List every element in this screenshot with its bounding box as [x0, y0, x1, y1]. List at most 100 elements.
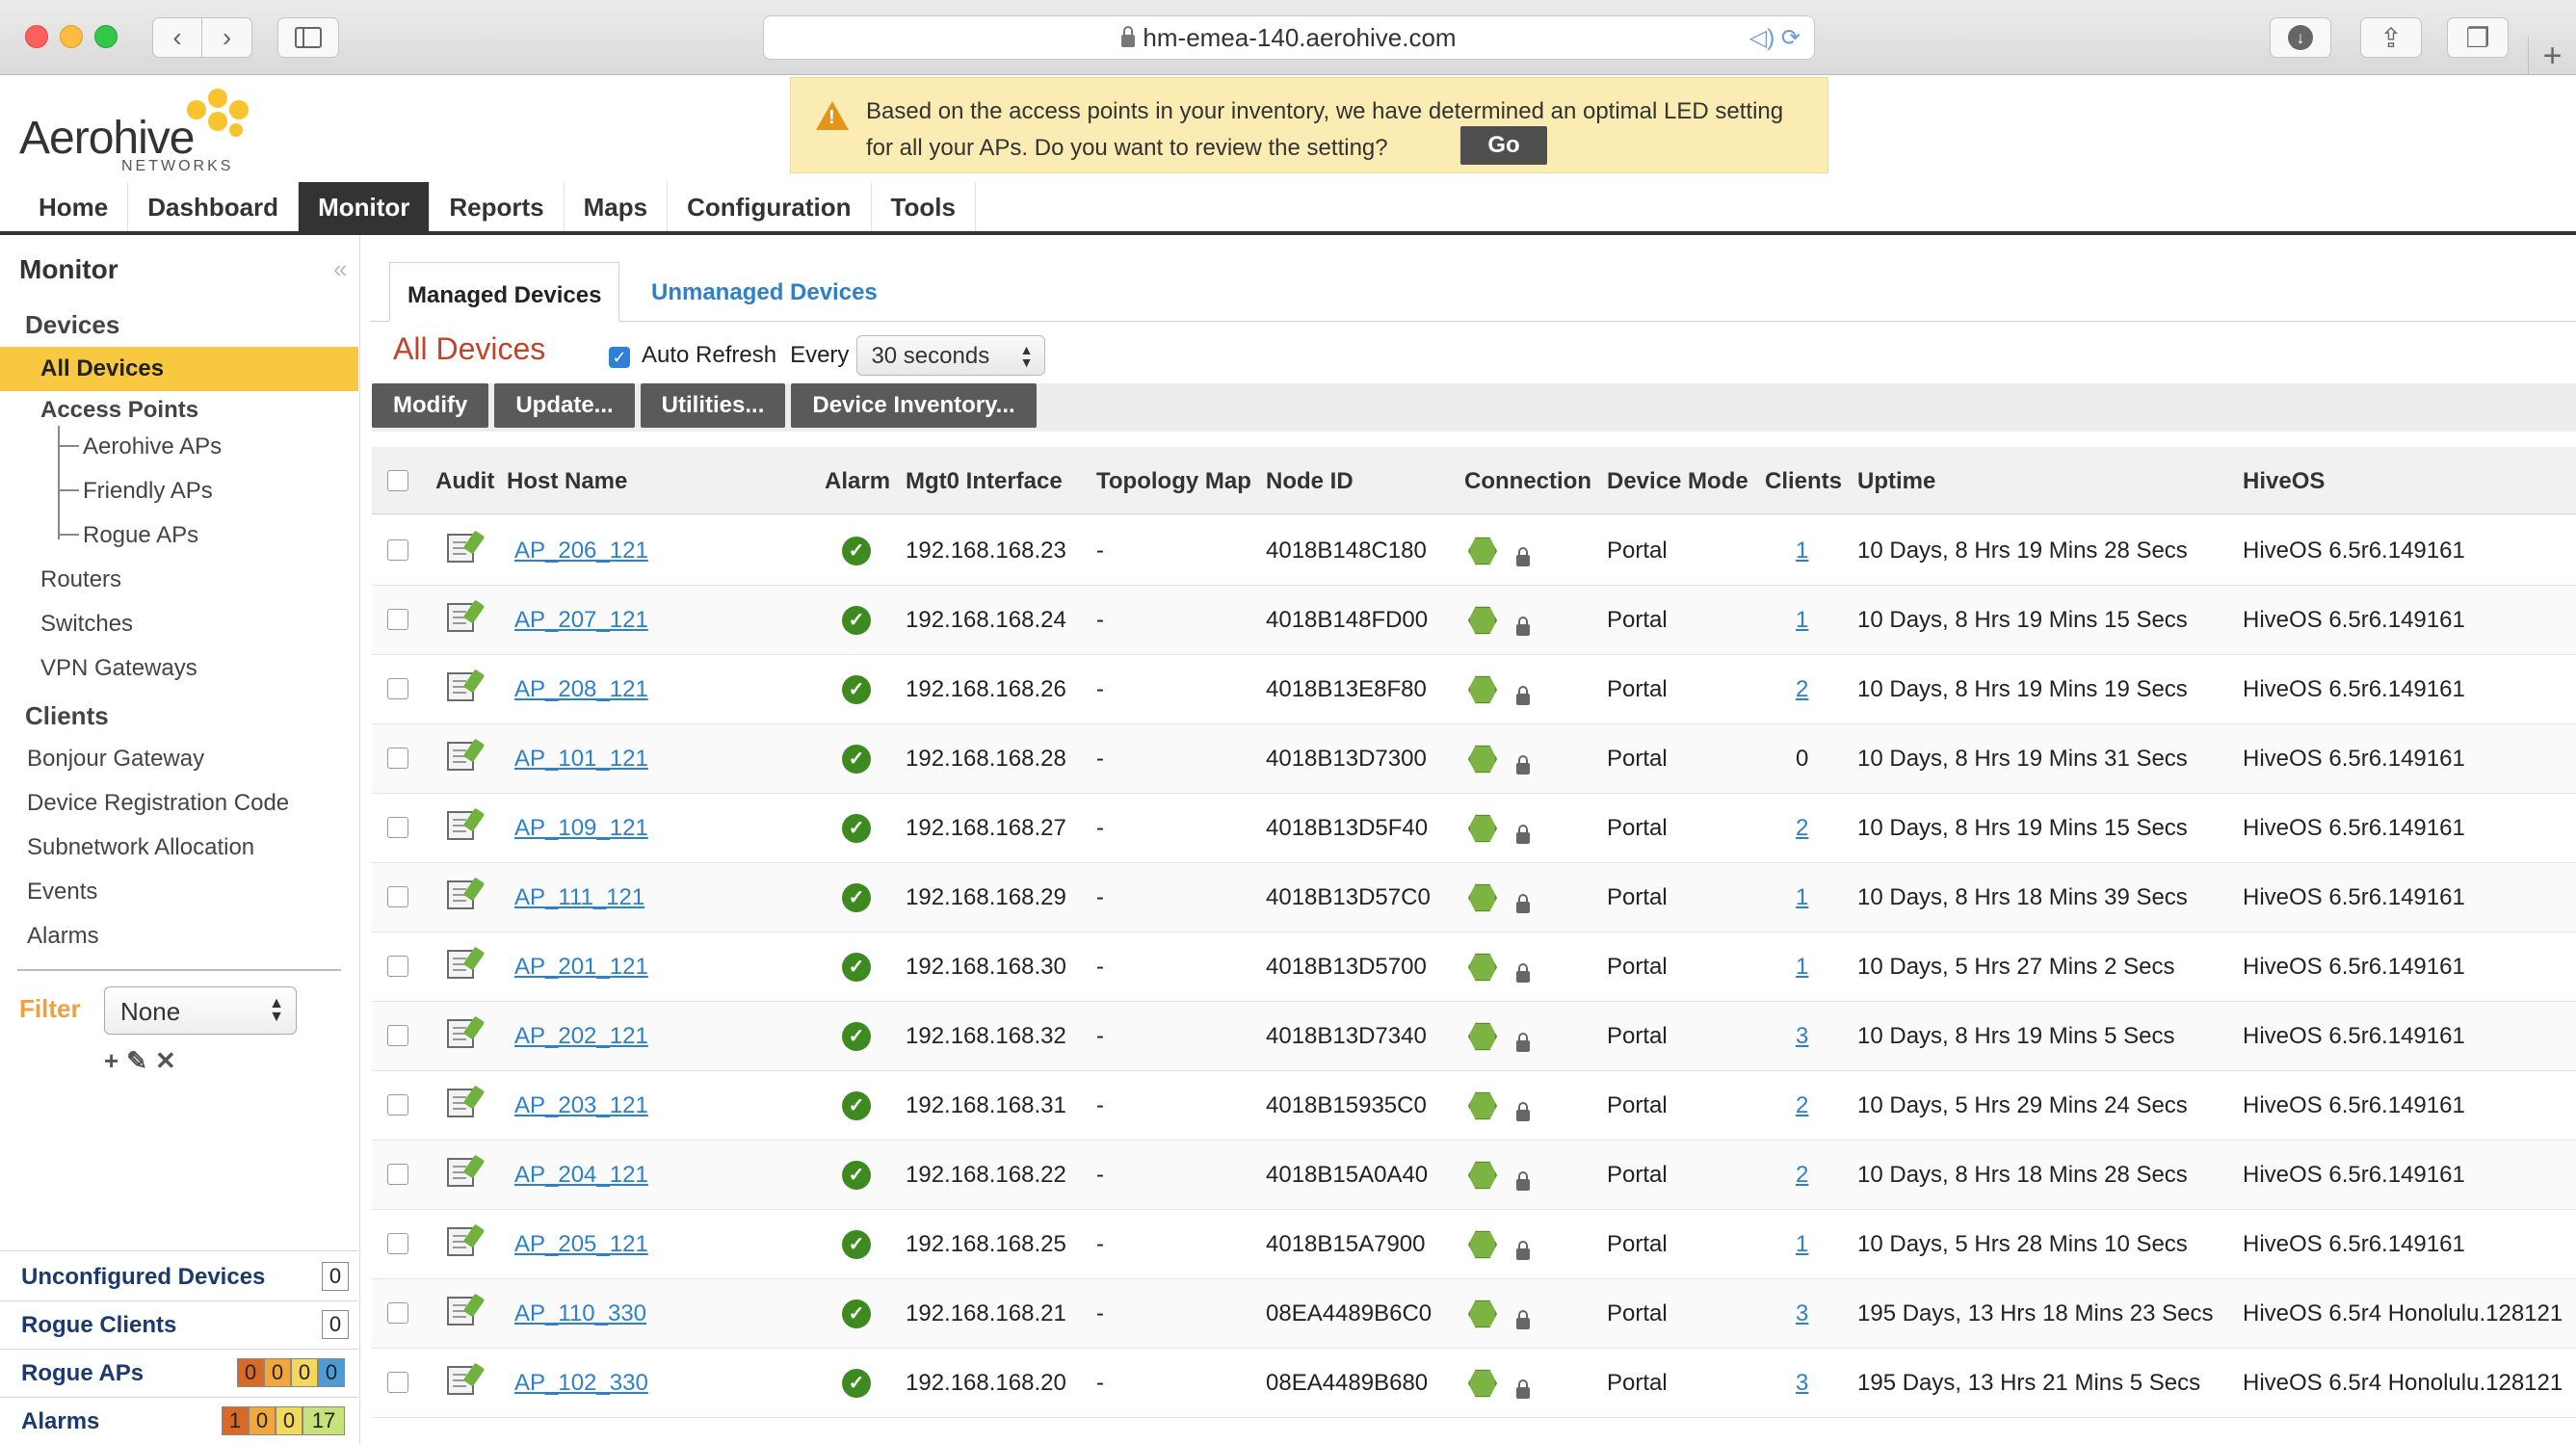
clients-count[interactable]: 2 [1796, 815, 1808, 842]
row-checkbox[interactable] [387, 1164, 408, 1185]
sidebar-item-all-devices[interactable]: All Devices [0, 347, 358, 391]
nav-tools[interactable]: Tools [872, 182, 976, 232]
sidebar-item-switches[interactable]: Switches [40, 611, 133, 638]
row-checkbox[interactable] [387, 1233, 408, 1254]
row-checkbox[interactable] [387, 539, 408, 561]
sidebar-item-access-points[interactable]: Access Points [40, 397, 198, 424]
audit-icon[interactable] [447, 603, 474, 632]
audit-icon[interactable] [447, 1297, 474, 1326]
table-row[interactable]: AP_202_121 ✓ 192.168.168.32 - 4018B13D7340 Po… [372, 1002, 2576, 1071]
table-row[interactable]: AP_102_330 ✓ 192.168.168.20 - 08EA4489B680 Po… [372, 1349, 2576, 1418]
tabs-overview-button[interactable]: ❐ [2447, 17, 2509, 58]
column-topology-map[interactable]: Topology Map [1096, 468, 1251, 495]
summary-rogue-clients[interactable]: Rogue Clients 0 [0, 1300, 358, 1349]
sidebar-toggle-button[interactable] [277, 17, 339, 58]
table-row[interactable]: AP_111_121 ✓ 192.168.168.29 - 4018B13D57C0 Po… [372, 863, 2576, 932]
nav-configuration[interactable]: Configuration [668, 182, 872, 232]
table-row[interactable]: AP_109_121 ✓ 192.168.168.27 - 4018B13D5F40 Po… [372, 794, 2576, 863]
clients-count[interactable]: 3 [1796, 1300, 1808, 1327]
row-checkbox[interactable] [387, 1302, 408, 1324]
column-uptime[interactable]: Uptime [1857, 468, 1935, 495]
clients-count[interactable]: 1 [1796, 538, 1808, 564]
table-row[interactable]: AP_205_121 ✓ 192.168.168.25 - 4018B15A7900 Po… [372, 1210, 2576, 1279]
audit-icon[interactable] [447, 1366, 474, 1395]
column-host-name[interactable]: Host Name [507, 468, 627, 495]
audit-icon[interactable] [447, 534, 474, 563]
host-name-link[interactable]: AP_110_330 [514, 1300, 646, 1327]
nav-monitor[interactable]: Monitor [299, 182, 431, 232]
sidebar-item-subnetwork-allocation[interactable]: Subnetwork Allocation [27, 834, 254, 861]
host-name-link[interactable]: AP_208_121 [514, 676, 648, 703]
tab-unmanaged-devices[interactable]: Unmanaged Devices [634, 262, 895, 322]
host-name-link[interactable]: AP_109_121 [514, 815, 648, 842]
sidebar-item-routers[interactable]: Routers [40, 566, 121, 593]
sidebar-heading-devices[interactable]: Devices [25, 310, 119, 340]
audit-icon[interactable] [447, 742, 474, 771]
zoom-window-button[interactable] [94, 25, 118, 48]
summary-unconfigured-devices[interactable]: Unconfigured Devices 0 [0, 1252, 358, 1300]
sidebar-item-aerohive-aps[interactable]: Aerohive APs [83, 433, 222, 460]
refresh-interval-select[interactable]: 30 seconds ▲ ▼ [856, 335, 1046, 376]
nav-reports[interactable]: Reports [430, 182, 565, 232]
host-name-link[interactable]: AP_207_121 [514, 607, 648, 634]
row-checkbox[interactable] [387, 748, 408, 769]
nav-maps[interactable]: Maps [565, 182, 669, 232]
summary-alarms[interactable]: Alarms 1 0 0 17 [0, 1397, 358, 1444]
auto-refresh-checkbox[interactable]: ✓ [609, 347, 630, 368]
host-name-link[interactable]: AP_204_121 [514, 1162, 648, 1189]
row-checkbox[interactable] [387, 886, 408, 907]
host-name-link[interactable]: AP_202_121 [514, 1023, 648, 1050]
clients-count[interactable]: 1 [1796, 607, 1808, 634]
sidebar-item-bonjour-gateway[interactable]: Bonjour Gateway [27, 746, 204, 773]
downloads-button[interactable]: ↓ [2270, 17, 2331, 58]
audit-icon[interactable] [447, 1227, 474, 1256]
sidebar-heading-clients[interactable]: Clients [25, 701, 109, 731]
host-name-link[interactable]: AP_102_330 [514, 1370, 648, 1397]
new-tab-button[interactable]: + [2528, 37, 2576, 75]
audit-icon[interactable] [447, 811, 474, 840]
sidebar-item-device-registration-code[interactable]: Device Registration Code [27, 790, 289, 817]
audit-icon[interactable] [447, 1089, 474, 1117]
table-row[interactable]: AP_101_121 ✓ 192.168.168.28 - 4018B13D7300 Po… [372, 724, 2576, 794]
row-checkbox[interactable] [387, 1094, 408, 1116]
forward-button[interactable]: › [202, 17, 252, 58]
row-checkbox[interactable] [387, 956, 408, 977]
row-checkbox[interactable] [387, 1372, 408, 1393]
table-row[interactable]: AP_207_121 ✓ 192.168.168.24 - 4018B148FD00 Po… [372, 586, 2576, 655]
nav-home[interactable]: Home [19, 182, 129, 232]
collapse-sidebar-icon[interactable]: « [333, 254, 347, 284]
column-alarm[interactable]: Alarm [825, 468, 890, 495]
row-checkbox[interactable] [387, 817, 408, 838]
sidebar-item-alarms[interactable]: Alarms [27, 923, 99, 950]
audit-icon[interactable] [447, 672, 474, 701]
host-name-link[interactable]: AP_111_121 [514, 884, 644, 911]
clients-count[interactable]: 1 [1796, 1231, 1808, 1258]
host-name-link[interactable]: AP_201_121 [514, 954, 648, 981]
column-connection[interactable]: Connection [1464, 468, 1591, 495]
remove-filter-icon[interactable]: ✕ [155, 1046, 184, 1075]
filter-select[interactable]: None ▲ ▼ [104, 986, 297, 1035]
sidebar-item-friendly-aps[interactable]: Friendly APs [83, 478, 213, 505]
table-row[interactable]: AP_206_121 ✓ 192.168.168.23 - 4018B148C180 Po… [372, 516, 2576, 586]
clients-count[interactable]: 2 [1796, 1162, 1808, 1189]
share-button[interactable]: ⇪ [2360, 17, 2422, 58]
table-row[interactable]: AP_110_330 ✓ 192.168.168.21 - 08EA4489B6C0 Po… [372, 1279, 2576, 1349]
sidebar-item-rogue-aps[interactable]: Rogue APs [83, 522, 198, 549]
row-checkbox[interactable] [387, 678, 408, 699]
host-name-link[interactable]: AP_205_121 [514, 1231, 648, 1258]
audit-icon[interactable] [447, 880, 474, 909]
edit-filter-icon[interactable]: ✎ [126, 1046, 155, 1075]
summary-rogue-aps[interactable]: Rogue APs 0 0 0 0 [0, 1349, 358, 1397]
column-node-id[interactable]: Node ID [1266, 468, 1354, 495]
column-clients[interactable]: Clients [1765, 468, 1842, 495]
row-checkbox[interactable] [387, 609, 408, 630]
clients-count[interactable]: 3 [1796, 1370, 1808, 1397]
host-name-link[interactable]: AP_101_121 [514, 746, 648, 773]
go-button[interactable]: Go [1460, 126, 1547, 165]
utilities-button[interactable]: Utilities... [640, 383, 786, 428]
sidebar-item-events[interactable]: Events [27, 879, 97, 906]
nav-dashboard[interactable]: Dashboard [128, 182, 300, 232]
device-inventory-button[interactable]: Device Inventory... [791, 383, 1037, 428]
close-window-button[interactable] [25, 25, 48, 48]
clients-count[interactable]: 2 [1796, 676, 1808, 703]
